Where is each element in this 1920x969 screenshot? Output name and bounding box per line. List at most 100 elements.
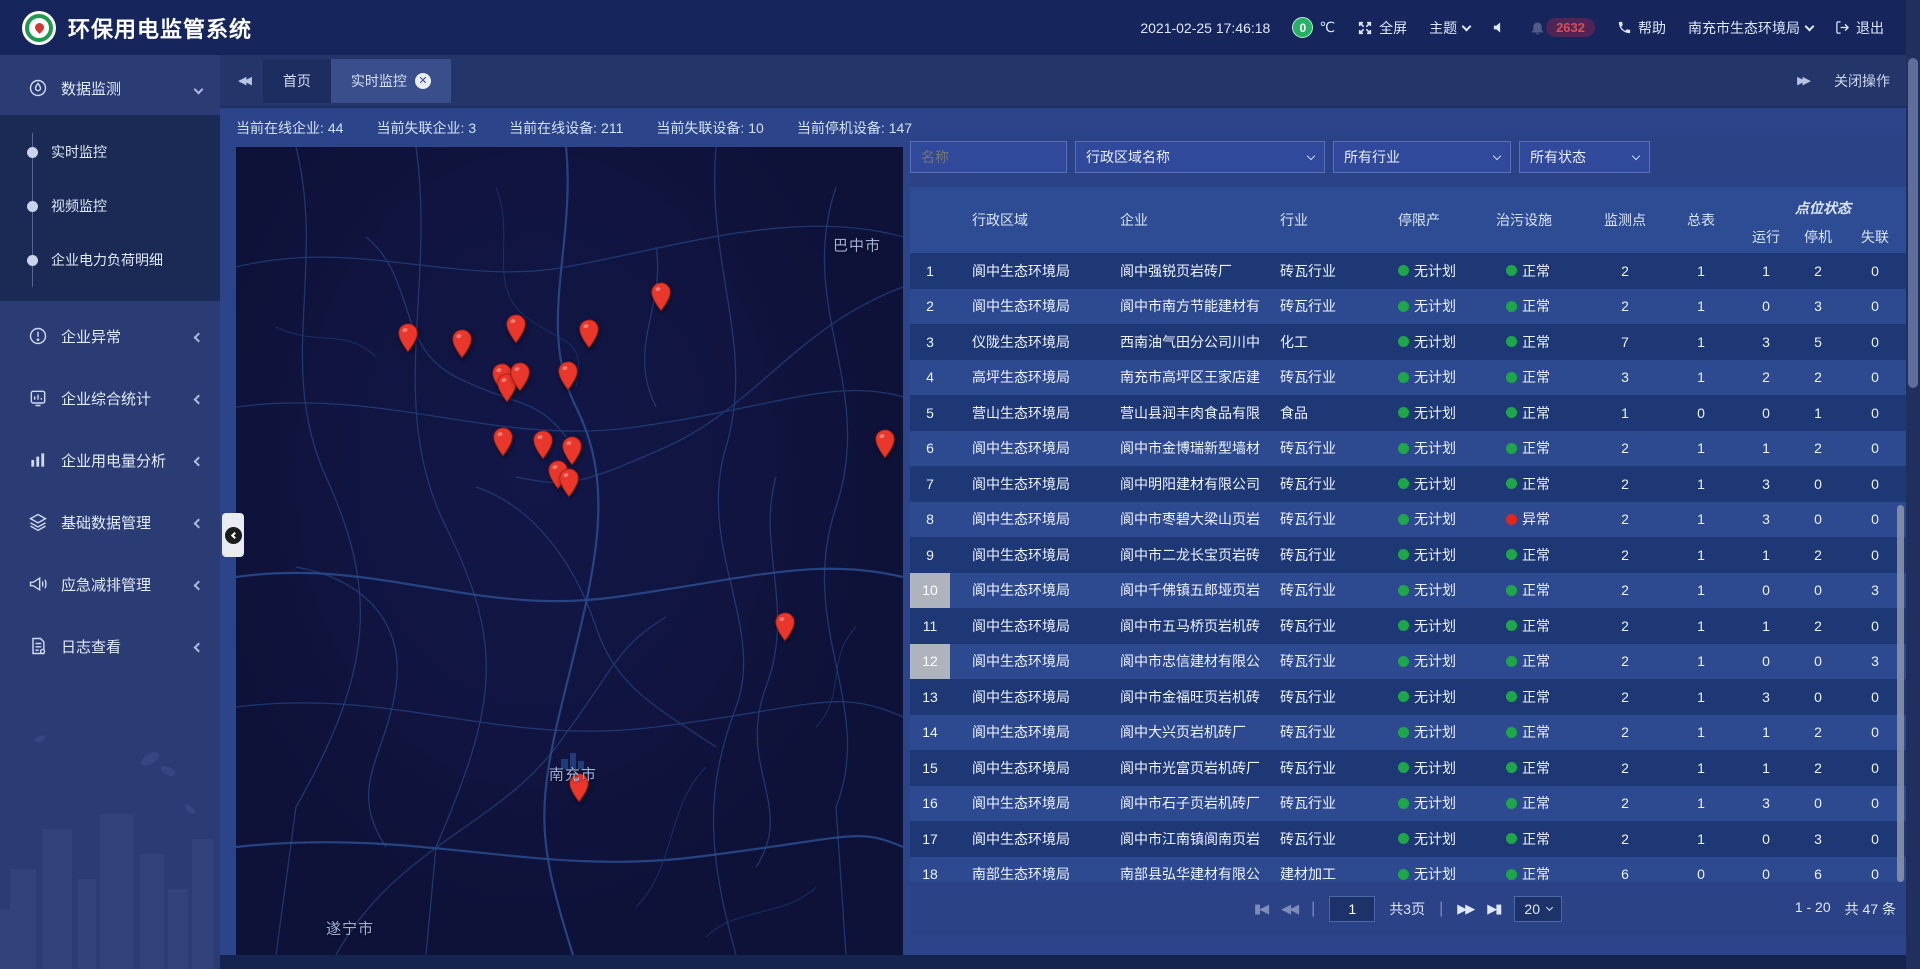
close-operations-button[interactable]: 关闭操作 (1834, 71, 1890, 91)
table-row[interactable]: 4高坪生态环境局南充市高坪区王家店建砖瓦行业无计划正常31220 (910, 360, 1906, 396)
help-button[interactable]: 帮助 (1617, 18, 1666, 38)
sidebar-item-base-data[interactable]: 基础数据管理 (0, 495, 220, 549)
table-row[interactable]: 1阆中生态环境局阆中强锐页岩砖厂砖瓦行业无计划正常21120 (910, 253, 1906, 289)
page-scrollbar-thumb[interactable] (1908, 58, 1918, 388)
map-pin-icon[interactable] (874, 429, 895, 464)
sidebar-item-enterprise-abnormal[interactable]: 企业异常 (0, 309, 220, 363)
sidebar-item-emergency[interactable]: 应急减排管理 (0, 557, 220, 611)
theme-dropdown[interactable]: 主题 (1429, 18, 1470, 38)
bottom-strip (220, 955, 1906, 969)
table-row[interactable]: 6阆中生态环境局阆中市金博瑞新型墙材砖瓦行业无计划正常21120 (910, 431, 1906, 467)
table-row[interactable]: 13阆中生态环境局阆中市金福旺页岩机砖砖瓦行业无计划正常21300 (910, 679, 1906, 715)
status-dot-green-icon (1506, 762, 1517, 773)
map-pin-icon[interactable] (506, 314, 527, 349)
table-row[interactable]: 2阆中生态环境局阆中市南方节能建材有砖瓦行业无计划正常21030 (910, 289, 1906, 325)
cell-row-number: 5 (910, 395, 950, 431)
sidebar-subitem-视频监控[interactable]: 视频监控 (0, 179, 220, 233)
page-size-select[interactable]: 20 (1514, 896, 1562, 922)
cell-run-count: 1 (1740, 537, 1792, 573)
sidebar-item-logs[interactable]: 日志查看 (0, 619, 220, 673)
map-collapse-handle[interactable] (222, 513, 244, 557)
tab-scroll-right-icon[interactable]: ▶▶ (1797, 74, 1808, 87)
chevron-down-icon (194, 84, 204, 94)
tab-scroll-left-icon[interactable]: ◀◀ (220, 74, 263, 87)
table-row[interactable]: 8阆中生态环境局阆中市枣碧大梁山页岩砖瓦行业无计划异常21300 (910, 502, 1906, 538)
mute-button[interactable] (1492, 20, 1507, 35)
cell-monitor-count: 2 (1588, 821, 1662, 857)
map-pin-icon[interactable] (650, 282, 671, 317)
header-region: 行政区域 (950, 187, 1096, 253)
map-pin-icon[interactable] (558, 468, 579, 503)
page: 环保用电监管系统 2021-02-25 17:46:18 0 ℃ 全屏 主题 2… (0, 0, 1920, 969)
prev-page-button[interactable]: ◀◀ (1281, 901, 1297, 917)
first-page-button[interactable]: ▮◀ (1254, 901, 1267, 917)
map-pin-icon[interactable] (578, 319, 599, 354)
cell-row-number: 11 (910, 608, 950, 644)
limit-status-label: 无计划 (1414, 509, 1456, 529)
sidebar-subitem-实时监控[interactable]: 实时监控 (0, 125, 220, 179)
cell-run-count: 3 (1740, 502, 1792, 538)
chevron-down-icon (1493, 151, 1501, 159)
cell-treatment-status: 正常 (1496, 253, 1588, 289)
tab-home[interactable]: 首页 (263, 59, 331, 103)
tab-close-icon[interactable]: ✕ (415, 73, 431, 89)
cell-stop-count: 2 (1792, 253, 1844, 289)
industry-filter-select[interactable]: 所有行业 (1333, 141, 1511, 173)
app-header: 环保用电监管系统 2021-02-25 17:46:18 0 ℃ 全屏 主题 2… (0, 0, 1906, 55)
table-scrollbar-thumb[interactable] (1897, 505, 1904, 882)
map-pin-icon[interactable] (774, 612, 795, 647)
region-filter-select[interactable]: 行政区域名称 (1075, 141, 1325, 173)
alarm-button[interactable]: 2632 (1529, 18, 1595, 37)
cell-company: 阆中市五马桥页岩机砖 (1096, 608, 1276, 644)
tab-realtime-monitor[interactable]: 实时监控 ✕ (331, 59, 451, 103)
status-dot-green-icon (1506, 620, 1517, 631)
sidebar-item-power-analysis[interactable]: 企业用电量分析 (0, 433, 220, 487)
sidebar-subitem-企业电力负荷明细[interactable]: 企业电力负荷明细 (0, 233, 220, 287)
layers-icon (28, 512, 48, 532)
name-filter-input[interactable] (921, 149, 1056, 165)
cell-industry: 砖瓦行业 (1276, 821, 1388, 857)
sidebar-item-label: 企业用电量分析 (61, 450, 182, 471)
table-row[interactable]: 15阆中生态环境局阆中市光富页岩机砖厂砖瓦行业无计划正常21120 (910, 750, 1906, 786)
map-pin-icon[interactable] (398, 323, 419, 358)
cell-region: 阆中生态环境局 (950, 253, 1096, 289)
table-row[interactable]: 5营山生态环境局营山县润丰肉食品有限食品无计划正常10010 (910, 395, 1906, 431)
table-row[interactable]: 10阆中生态环境局阆中千佛镇五郎垭页岩砖瓦行业无计划正常21003 (910, 573, 1906, 609)
table-row[interactable]: 18南部生态环境局南部县弘华建材有限公建材加工无计划正常60060 (910, 857, 1906, 883)
status-filter-select[interactable]: 所有状态 (1519, 141, 1650, 173)
table-row[interactable]: 12阆中生态环境局阆中市忠信建材有限公砖瓦行业无计划正常21003 (910, 644, 1906, 680)
cell-company: 阆中市石子页岩机砖厂 (1096, 786, 1276, 822)
cell-treatment-status: 异常 (1496, 502, 1588, 538)
name-filter-field[interactable] (910, 141, 1067, 173)
table-row[interactable]: 7阆中生态环境局阆中明阳建材有限公司砖瓦行业无计划正常21300 (910, 466, 1906, 502)
cell-stop-count: 2 (1792, 750, 1844, 786)
map-pin-icon[interactable] (452, 329, 473, 364)
next-page-button[interactable]: ▶▶ (1457, 901, 1473, 917)
cell-monitor-count: 1 (1588, 395, 1662, 431)
map-pin-icon[interactable] (558, 361, 579, 396)
table-row[interactable]: 3仪陇生态环境局西南油气田分公司川中化工无计划正常71350 (910, 324, 1906, 360)
map-pin-icon[interactable] (492, 427, 513, 462)
logout-button[interactable]: 退出 (1835, 18, 1884, 38)
treatment-status-label: 正常 (1522, 403, 1550, 423)
sidebar-item-data-monitor[interactable]: 数据监测 (0, 61, 220, 115)
map-pin-icon[interactable] (510, 362, 531, 397)
table-row[interactable]: 17阆中生态环境局阆中市江南镇阆南页岩砖瓦行业无计划正常21030 (910, 821, 1906, 857)
fullscreen-button[interactable]: 全屏 (1357, 18, 1407, 38)
table-row[interactable]: 9阆中生态环境局阆中市二龙长宝页岩砖砖瓦行业无计划正常21120 (910, 537, 1906, 573)
status-dot-green-icon (1398, 301, 1409, 312)
city-label: 遂宁市 (326, 918, 374, 939)
table-row[interactable]: 14阆中生态环境局阆中大兴页岩机砖厂砖瓦行业无计划正常21120 (910, 715, 1906, 751)
stat-item: 当前失联企业:3 (376, 118, 476, 138)
page-scrollbar[interactable] (1906, 0, 1920, 969)
cell-limit-status: 无计划 (1388, 821, 1496, 857)
table-row[interactable]: 16阆中生态环境局阆中市石子页岩机砖厂砖瓦行业无计划正常21300 (910, 786, 1906, 822)
stat-value: 44 (328, 120, 344, 136)
last-page-button[interactable]: ▶▮ (1487, 901, 1500, 917)
table-row[interactable]: 11阆中生态环境局阆中市五马桥页岩机砖砖瓦行业无计划正常21120 (910, 608, 1906, 644)
alert-circle-icon (28, 326, 48, 346)
org-dropdown[interactable]: 南充市生态环境局 (1688, 18, 1813, 38)
sidebar-item-enterprise-stats[interactable]: 企业综合统计 (0, 371, 220, 425)
page-number-input[interactable] (1329, 896, 1375, 922)
map[interactable]: 巴中市南充市遂宁市 (236, 147, 903, 955)
